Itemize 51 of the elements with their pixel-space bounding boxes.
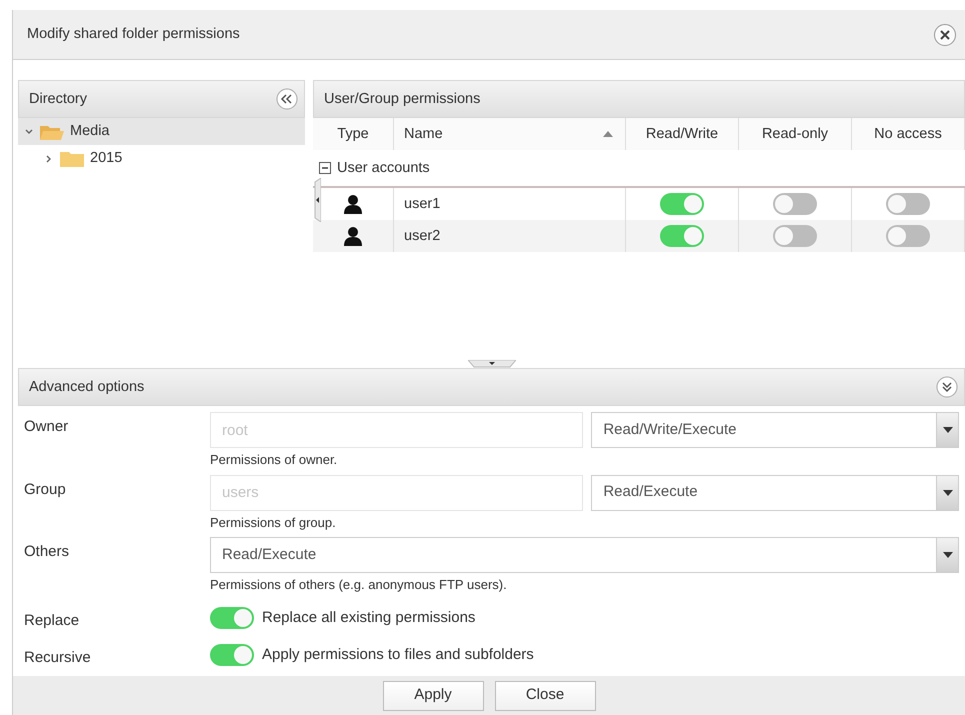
column-header[interactable]: Read-only xyxy=(739,118,852,150)
toggle-switch[interactable] xyxy=(660,225,704,247)
user-name: user2 xyxy=(404,226,440,246)
caret-icon xyxy=(942,552,952,558)
dialog-button[interactable]: Close xyxy=(494,680,596,710)
splitter-handle[interactable] xyxy=(468,360,516,368)
user-name: user1 xyxy=(404,194,440,214)
column-header[interactable]: Read/Write xyxy=(626,118,739,150)
column-header[interactable]: Type xyxy=(313,118,394,150)
dropdown[interactable]: Read/Execute xyxy=(210,537,959,574)
column-header[interactable]: Name xyxy=(394,118,626,150)
toggle-switch[interactable] xyxy=(773,193,817,215)
toggle-switch[interactable] xyxy=(773,225,817,247)
field-label: Recursive xyxy=(24,648,92,668)
panel-title: Directory xyxy=(29,90,88,108)
column-header[interactable]: No access xyxy=(852,118,965,150)
folder-name: 2015 xyxy=(90,149,122,168)
collapse-icon xyxy=(319,162,331,174)
caret-icon xyxy=(942,427,952,433)
help-text: Permissions of group. xyxy=(210,514,337,532)
toggle-switch[interactable] xyxy=(660,193,704,215)
close-icon[interactable] xyxy=(933,22,957,46)
toggle-switch[interactable] xyxy=(886,225,930,247)
dialog-button[interactable]: Apply xyxy=(382,680,484,710)
toggle-switch[interactable] xyxy=(210,607,254,630)
folder-icon xyxy=(40,124,64,140)
folder-name: Media xyxy=(70,122,110,141)
switch-label: Replace all existing permissions xyxy=(262,608,476,628)
caret-icon xyxy=(942,490,952,496)
group-row[interactable]: User accounts xyxy=(313,150,965,188)
help-text: Permissions of others (e.g. anonymous FTP users). xyxy=(210,576,508,594)
field-label: Replace xyxy=(24,610,80,631)
expand-icon[interactable] xyxy=(936,376,958,398)
tree-item[interactable]: 2015 xyxy=(18,145,305,172)
collapse-icon[interactable] xyxy=(276,88,298,110)
field-label: Owner xyxy=(24,417,70,437)
panel-title: User/Group permissions xyxy=(324,90,480,108)
user-icon xyxy=(343,226,363,246)
help-text: Permissions of owner. xyxy=(210,451,338,469)
splitter-handle[interactable] xyxy=(313,178,321,222)
switch-label: Apply permissions to files and subfolders xyxy=(262,646,534,665)
dialog-title: Modify shared folder permissions xyxy=(27,25,240,44)
toggle-switch[interactable] xyxy=(210,644,254,666)
tree-item[interactable]: Media xyxy=(18,118,305,145)
toggle-switch[interactable] xyxy=(886,193,930,215)
folder-icon xyxy=(60,150,84,166)
field-label: Others xyxy=(24,542,70,562)
field-label: Group xyxy=(24,480,67,500)
chevron-down-icon xyxy=(24,126,34,136)
section-title: Advanced options xyxy=(29,378,144,396)
user-icon xyxy=(343,194,363,214)
